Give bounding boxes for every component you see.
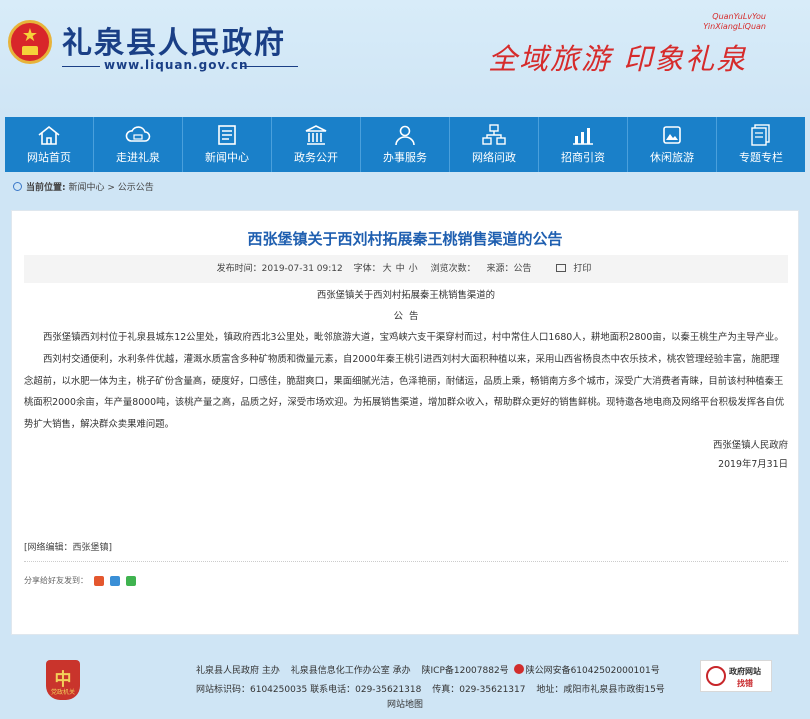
footer-police-record[interactable]: 陕公网安备61042502000101号 — [526, 666, 660, 676]
print-button[interactable]: 打印 — [552, 264, 595, 274]
nav-label: 休闲旅游 — [650, 151, 694, 164]
share-bar: 分享给好友发到： — [24, 575, 136, 586]
article-paragraph: 西张堡镇西刘村位于礼泉县城东12公里处，镇政府西北3公里处，毗邻旅游大道，宝鸡峡… — [43, 332, 784, 343]
breadcrumb: 当前位置: 新闻中心 > 公示公告 — [5, 178, 805, 198]
nav-item-tourism[interactable]: 休闲旅游 — [628, 117, 717, 172]
print-label: 打印 — [573, 264, 592, 274]
main-nav: 网站首页 走进礼泉 新闻中心 政务公开 办事服务 网络问政 招商引资 休闲旅游 … — [5, 117, 805, 172]
breadcrumb-prefix: 当前位置: — [26, 183, 66, 193]
signature-date: 2019年7月31日 — [718, 459, 788, 471]
slogan-pinyin-line2: YinXiangLiQuan — [703, 22, 766, 31]
slogan-pinyin: QuanYuLvYou YinXiangLiQuan — [703, 12, 766, 32]
location-icon — [13, 182, 22, 191]
nav-item-news[interactable]: 新闻中心 — [183, 117, 272, 172]
nav-item-investment[interactable]: 招商引资 — [539, 117, 628, 172]
article-subtitle: 西张堡镇关于西刘村拓展秦王桃销售渠道的 — [316, 290, 496, 301]
view-count: 浏览次数： — [430, 264, 476, 274]
nav-item-online-inquiry[interactable]: 网络问政 — [450, 117, 539, 172]
site-footer: 中 党政机关 礼泉县人民政府 主办 礼泉县信息化工作办公室 承办 陕ICP备12… — [0, 650, 810, 719]
site-header: ★ 礼泉县人民政府 www.liquan.gov.cn QuanYuLvYou … — [0, 0, 810, 115]
report-error-button[interactable]: 政府网站 找错 — [700, 660, 772, 692]
share-label: 分享给好友发到： — [24, 576, 88, 585]
tourism-slogan: 全域旅游 印象礼泉 — [488, 42, 748, 76]
font-label: 字体： — [353, 264, 381, 274]
nav-item-topics[interactable]: 专题专栏 — [717, 117, 805, 172]
footer-info: 礼泉县人民政府 主办 礼泉县信息化工作办公室 承办 陕ICP备12007882号… — [196, 662, 665, 700]
nav-label: 专题专栏 — [739, 151, 783, 164]
chart-icon — [573, 128, 593, 145]
article-editor: [网络编辑：西张堡镇] — [24, 543, 113, 553]
report-error-label: 找错 — [737, 679, 753, 688]
breadcrumb-link-notices[interactable]: 公示公告 — [118, 183, 154, 193]
divider — [24, 561, 788, 562]
topic-icon — [751, 124, 770, 146]
font-small-button[interactable]: 小 — [409, 264, 418, 274]
font-medium-button[interactable]: 中 — [396, 264, 405, 274]
article-source: 来源：公告 — [486, 264, 532, 274]
nav-item-services[interactable]: 办事服务 — [361, 117, 450, 172]
national-emblem-icon: ★ — [8, 20, 52, 64]
url-divider-left — [62, 66, 100, 67]
font-large-button[interactable]: 大 — [383, 264, 392, 274]
nav-item-government[interactable]: 政务公开 — [272, 117, 361, 172]
article-meta: 发布时间：2019-07-31 09:12 字体：大中小 浏览次数： 来源：公告… — [24, 255, 788, 283]
home-icon — [38, 125, 60, 145]
police-badge-icon — [513, 664, 524, 674]
footer-icp[interactable]: 陕ICP备12007882号 — [422, 666, 509, 676]
article-panel: 西张堡镇关于西刘村拓展秦王桃销售渠道的公告 发布时间：2019-07-31 09… — [11, 210, 799, 635]
article-title: 西张堡镇关于西刘村拓展秦王桃销售渠道的公告 — [247, 230, 563, 248]
nav-label: 网络问政 — [472, 151, 516, 164]
travel-icon — [663, 126, 681, 144]
share-weibo-icon[interactable] — [94, 575, 104, 586]
nav-label: 走进礼泉 — [116, 151, 160, 164]
nav-item-about[interactable]: 走进礼泉 — [94, 117, 183, 172]
site-title[interactable]: 礼泉县人民政府 — [62, 18, 286, 62]
footer-fax: 传真：029-35621317 — [432, 685, 526, 695]
slogan-pinyin-line1: QuanYuLvYou — [712, 12, 766, 21]
footer-organizer: 礼泉县信息化工作办公室 承办 — [290, 666, 411, 676]
nav-label: 招商引资 — [561, 151, 605, 164]
report-error-title: 政府网站 — [729, 667, 761, 676]
nav-label: 网站首页 — [27, 151, 71, 164]
share-wechat-icon[interactable] — [126, 575, 136, 586]
magnifier-icon — [706, 666, 726, 686]
footer-host: 礼泉县人民政府 主办 — [196, 666, 280, 676]
breadcrumb-separator: > — [107, 183, 115, 193]
article-body: 西张堡镇关于西刘村拓展秦王桃销售渠道的 公 告 西张堡镇西刘村位于礼泉县城东12… — [24, 285, 788, 475]
network-icon — [482, 124, 506, 145]
nav-item-home[interactable]: 网站首页 — [5, 117, 94, 172]
notice-heading: 公 告 — [393, 311, 419, 322]
site-url: www.liquan.gov.cn — [104, 58, 249, 72]
badge-text: 党政机关 — [50, 689, 75, 696]
news-icon — [218, 125, 236, 145]
footer-site-id: 网站标识码：6104250035 联系电话：029-35621318 — [196, 685, 422, 695]
building-icon — [305, 125, 327, 145]
sitemap-link[interactable]: 网站地图 — [0, 697, 810, 710]
share-qzone-icon[interactable] — [110, 575, 120, 586]
footer-address: 地址：咸阳市礼泉县市政街15号 — [536, 685, 665, 695]
party-government-badge-icon[interactable]: 中 党政机关 — [46, 660, 80, 700]
user-service-icon — [395, 125, 415, 146]
url-divider-right — [240, 66, 298, 67]
printer-icon — [556, 264, 567, 272]
breadcrumb-link-news[interactable]: 新闻中心 — [68, 183, 104, 193]
signature: 西张堡镇人民政府 — [712, 439, 788, 451]
nav-label: 政务公开 — [294, 151, 338, 164]
font-size-switcher: 字体：大中小 — [354, 264, 420, 274]
nav-label: 新闻中心 — [205, 151, 249, 164]
article-paragraph: 西刘村交通便利，水利条件优越，灌溉水质富含多种矿物质和微量元素，自2000年秦王… — [24, 353, 785, 431]
nav-label: 办事服务 — [383, 151, 427, 164]
publish-time: 发布时间：2019-07-31 09:12 — [216, 264, 343, 274]
cloud-icon — [125, 126, 151, 142]
